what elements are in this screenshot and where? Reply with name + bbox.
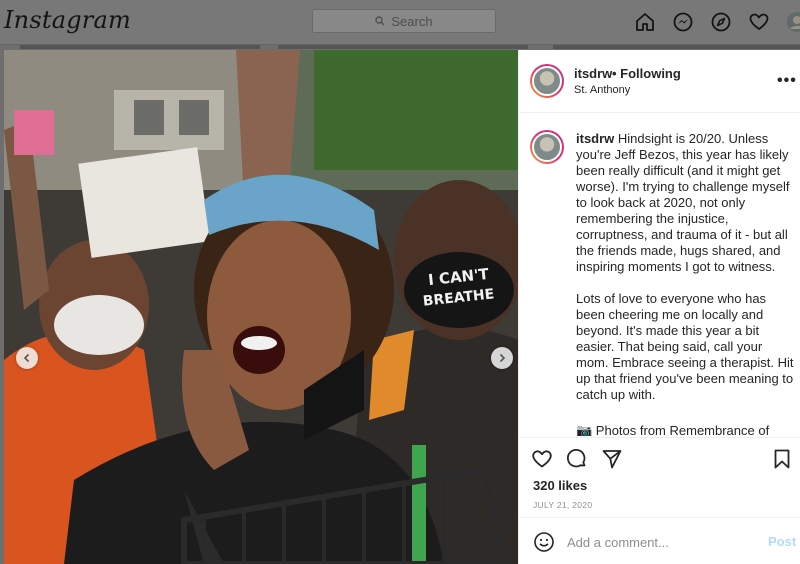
nav-icons [632, 9, 800, 35]
caption-paragraph-2: Lots of love to everyone who has been ch… [576, 291, 794, 402]
share-icon[interactable] [600, 447, 624, 471]
caption-username[interactable]: itsdrw [576, 131, 614, 146]
caption-author-avatar[interactable] [530, 130, 564, 164]
likes-count[interactable]: 320 likes [533, 478, 587, 493]
emoji-icon[interactable] [532, 530, 556, 554]
post-details-panel: itsdrw • Following St. Anthony ••• itsdr… [518, 50, 800, 564]
background-post-strip [20, 45, 260, 49]
caption-photos-credit: 📷 Photos from Remembrance of Philando Ca… [576, 423, 770, 436]
search-box[interactable]: Search [312, 9, 496, 33]
post-location[interactable]: St. Anthony [574, 84, 630, 96]
explore-icon[interactable] [708, 9, 734, 35]
post-comment-button[interactable]: Post [768, 534, 796, 549]
author-username[interactable]: itsdrw [574, 66, 612, 81]
more-options-button[interactable]: ••• [777, 72, 797, 90]
search-icon [375, 16, 385, 26]
post-date[interactable]: JULY 21, 2020 [533, 500, 592, 510]
home-icon[interactable] [632, 9, 658, 35]
messenger-icon[interactable] [670, 9, 696, 35]
instagram-logo[interactable]: Instagram [4, 6, 131, 34]
chevron-left-icon [23, 353, 30, 363]
caption-section: itsdrw Hindsight is 20/20. Unless you're… [519, 114, 800, 436]
background-post-strip [553, 45, 800, 49]
comment-icon[interactable] [565, 447, 589, 471]
add-comment-bar: Post [519, 517, 800, 564]
background-post-strip [278, 45, 528, 49]
carousel-next-button[interactable] [491, 347, 513, 369]
bookmark-icon[interactable] [770, 447, 794, 471]
search-placeholder: Search [391, 13, 433, 29]
post-photo[interactable]: I CAN'T BREATHE [4, 50, 518, 564]
comment-input[interactable] [567, 532, 747, 552]
top-navigation: Instagram Search [0, 0, 800, 45]
profile-avatar[interactable] [784, 9, 800, 35]
like-heart-icon[interactable] [530, 447, 554, 471]
carousel-prev-button[interactable] [16, 347, 38, 369]
caption-paragraph-1: Hindsight is 20/20. Unless you're Jeff B… [576, 131, 790, 274]
following-status[interactable]: • Following [612, 66, 681, 81]
post-header: itsdrw • Following St. Anthony ••• [519, 50, 800, 113]
author-avatar[interactable] [530, 64, 564, 98]
caption-text: itsdrw Hindsight is 20/20. Unless you're… [576, 131, 794, 436]
chevron-right-icon [499, 353, 506, 363]
activity-heart-icon[interactable] [746, 9, 772, 35]
